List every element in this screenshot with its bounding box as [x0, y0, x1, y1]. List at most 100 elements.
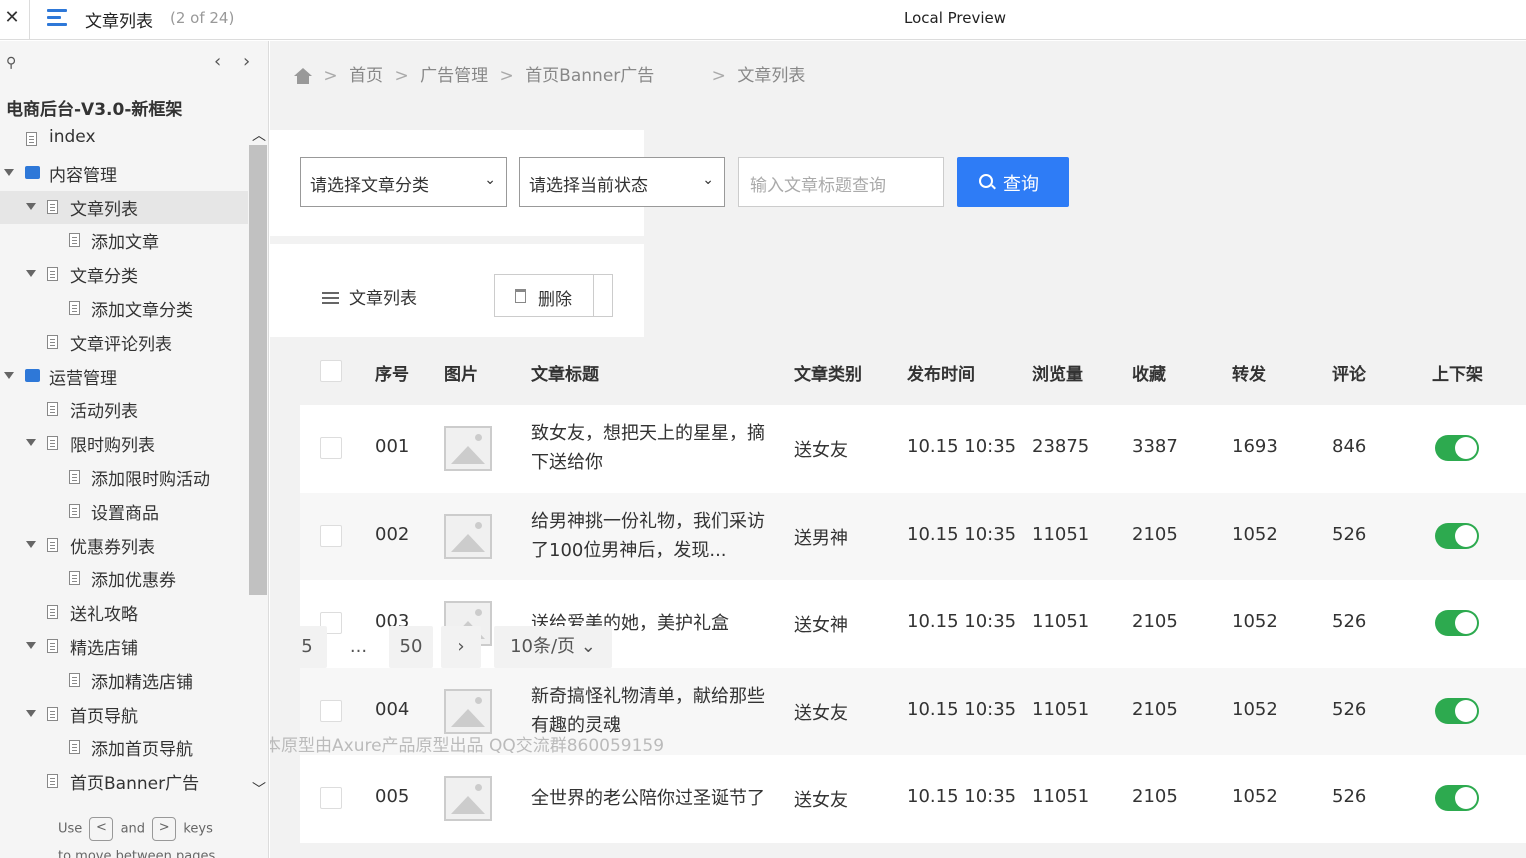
- status-toggle[interactable]: [1435, 522, 1479, 549]
- sidebar-item[interactable]: 设置商品: [0, 495, 248, 529]
- header-shares: 转发: [1232, 365, 1266, 385]
- status-toggle[interactable]: [1435, 435, 1479, 461]
- status-select[interactable]: 请选择当前状态 ⌄: [519, 157, 725, 207]
- sidebar-item[interactable]: 送礼攻略: [0, 596, 248, 630]
- cell-comments: 846: [1332, 436, 1367, 457]
- sidebar-item[interactable]: 精选店铺: [0, 630, 248, 664]
- sidebar-item-label: 送礼攻略: [70, 605, 138, 626]
- row-checkbox[interactable]: [320, 437, 342, 459]
- category-select[interactable]: 请选择文章分类 ⌄: [300, 157, 507, 207]
- close-icon[interactable]: ✕: [4, 8, 20, 28]
- sidebar-item[interactable]: 添加精选店铺: [0, 664, 248, 698]
- table-row: 001 送女友 10.15 10:35 23875 3387 1693 846 致女友，想把天…: [300, 405, 1526, 493]
- keyboard-hint: Use < and > keys: [58, 817, 213, 841]
- chevron-down-icon: ⌄: [580, 636, 596, 657]
- expand-arrow-icon[interactable]: [26, 641, 36, 649]
- breadcrumb-banner[interactable]: 首页Banner广告: [525, 66, 654, 86]
- expand-arrow-icon[interactable]: [26, 439, 36, 447]
- page-icon: [47, 334, 58, 349]
- expand-arrow-icon[interactable]: [26, 270, 36, 278]
- prev-page-button[interactable]: ‹: [214, 51, 221, 72]
- sidebar-item[interactable]: 文章评论列表: [0, 326, 248, 360]
- sidebar-item[interactable]: 内容管理: [0, 157, 248, 191]
- cell-shares: 1052: [1232, 523, 1278, 545]
- cell-title[interactable]: 给男神挑一份礼物，我们采访了100位男神后，发现...: [531, 507, 771, 565]
- next-page-button[interactable]: ›: [243, 51, 250, 72]
- watermark: 本原型由Axure产品原型出品 QQ交流群860059159: [270, 736, 665, 756]
- sidebar-item[interactable]: 文章列表: [0, 190, 248, 225]
- row-checkbox[interactable]: [320, 524, 342, 547]
- sidebar-item[interactable]: 首页导航: [0, 698, 248, 732]
- page-icon: [47, 774, 58, 789]
- scroll-up-icon[interactable]: ︿: [252, 125, 266, 145]
- table-row: 005 送女友 10.15 10:35 11051 2105 1052 526 全世界的老公陪…: [300, 755, 1526, 843]
- page-icon: [69, 300, 80, 315]
- delete-button[interactable]: 删除: [494, 274, 613, 317]
- next-page-icon[interactable]: ›: [441, 626, 481, 668]
- breadcrumb-home[interactable]: 首页: [349, 66, 383, 86]
- row-checkbox[interactable]: [320, 699, 342, 722]
- page-size-select[interactable]: 10条/页 ⌄: [494, 626, 612, 668]
- status-toggle[interactable]: [1435, 697, 1479, 724]
- hint-keys: keys: [183, 821, 213, 837]
- expand-arrow-icon[interactable]: [4, 168, 14, 176]
- breadcrumb-separator: >: [711, 66, 726, 86]
- page-50[interactable]: 50: [389, 626, 433, 668]
- top-bar: ✕ 文章列表 (2 of 24) Local Preview: [0, 0, 1526, 40]
- sidebar-item[interactable]: index: [0, 123, 248, 157]
- breadcrumb-separator: >: [394, 66, 409, 86]
- select-all-checkbox[interactable]: [320, 360, 342, 382]
- sidebar-item[interactable]: 添加优惠券: [0, 562, 248, 596]
- sidebar-item[interactable]: 限时购列表: [0, 427, 248, 461]
- cell-id: 005: [375, 786, 410, 807]
- expand-arrow-icon[interactable]: [26, 202, 36, 210]
- image-placeholder-icon: [444, 426, 492, 471]
- cell-comments: 526: [1332, 523, 1367, 545]
- sidebar-item[interactable]: 优惠券列表: [0, 529, 248, 563]
- sidebar-item[interactable]: 添加首页导航: [0, 731, 248, 765]
- sidebar-item[interactable]: 添加文章: [0, 224, 248, 258]
- cell-views: 11051: [1032, 523, 1090, 545]
- category-select-value: 请选择文章分类: [310, 176, 429, 196]
- page-size-value: 10条/页: [510, 636, 576, 657]
- sidebar-item[interactable]: 文章分类: [0, 258, 248, 292]
- cell-title[interactable]: 全世界的老公陪你过圣诞节了: [531, 784, 771, 813]
- sidebar-item-label: index: [49, 127, 96, 147]
- sidebar-item-label: 添加精选店铺: [91, 672, 193, 693]
- home-icon[interactable]: [294, 68, 312, 84]
- expand-arrow-icon[interactable]: [4, 371, 14, 379]
- divider: [29, 0, 30, 40]
- cell-views: 11051: [1032, 786, 1090, 807]
- status-toggle[interactable]: [1435, 785, 1479, 811]
- page-5[interactable]: 5: [287, 626, 327, 668]
- expand-arrow-icon[interactable]: [26, 540, 36, 548]
- header-time: 发布时间: [907, 365, 975, 385]
- status-toggle[interactable]: [1435, 610, 1479, 636]
- cell-category: 送男神: [794, 527, 848, 549]
- title-search-input[interactable]: 输入文章标题查询: [738, 157, 944, 207]
- sidebar-item[interactable]: 首页Banner广告: [0, 765, 248, 799]
- list-icon: [322, 292, 339, 305]
- cell-favorites: 2105: [1132, 523, 1178, 545]
- sidebar-item[interactable]: 添加限时购活动: [0, 461, 248, 495]
- page-icon: [47, 199, 58, 214]
- sidebar-item[interactable]: 添加文章分类: [0, 292, 248, 326]
- header-favorites: 收藏: [1132, 365, 1166, 385]
- table-header: 序号 图片 文章标题 文章类别 发布时间 浏览量 收藏 转发 评论 上下架: [300, 338, 1526, 405]
- breadcrumb-ad-management[interactable]: 广告管理: [420, 66, 488, 86]
- hamburger-menu-icon[interactable]: [47, 9, 67, 27]
- scroll-thumb[interactable]: [249, 145, 267, 595]
- sidebar-item-label: 运营管理: [49, 368, 117, 389]
- status-select-value: 请选择当前状态: [529, 176, 648, 196]
- delete-button-label: 删除: [538, 290, 572, 310]
- search-icon[interactable]: ⚲: [6, 55, 16, 71]
- sidebar-scrollbar[interactable]: ︿ ﹀: [248, 123, 268, 803]
- sidebar-item[interactable]: 活动列表: [0, 393, 248, 427]
- query-button[interactable]: 查询: [957, 157, 1069, 207]
- cell-views: 11051: [1032, 611, 1090, 632]
- row-checkbox[interactable]: [320, 787, 342, 809]
- scroll-down-icon[interactable]: ﹀: [252, 779, 266, 799]
- sidebar-item[interactable]: 运营管理: [0, 360, 248, 394]
- expand-arrow-icon[interactable]: [26, 709, 36, 717]
- cell-title[interactable]: 致女友，想把天上的星星，摘下送给你: [531, 419, 771, 477]
